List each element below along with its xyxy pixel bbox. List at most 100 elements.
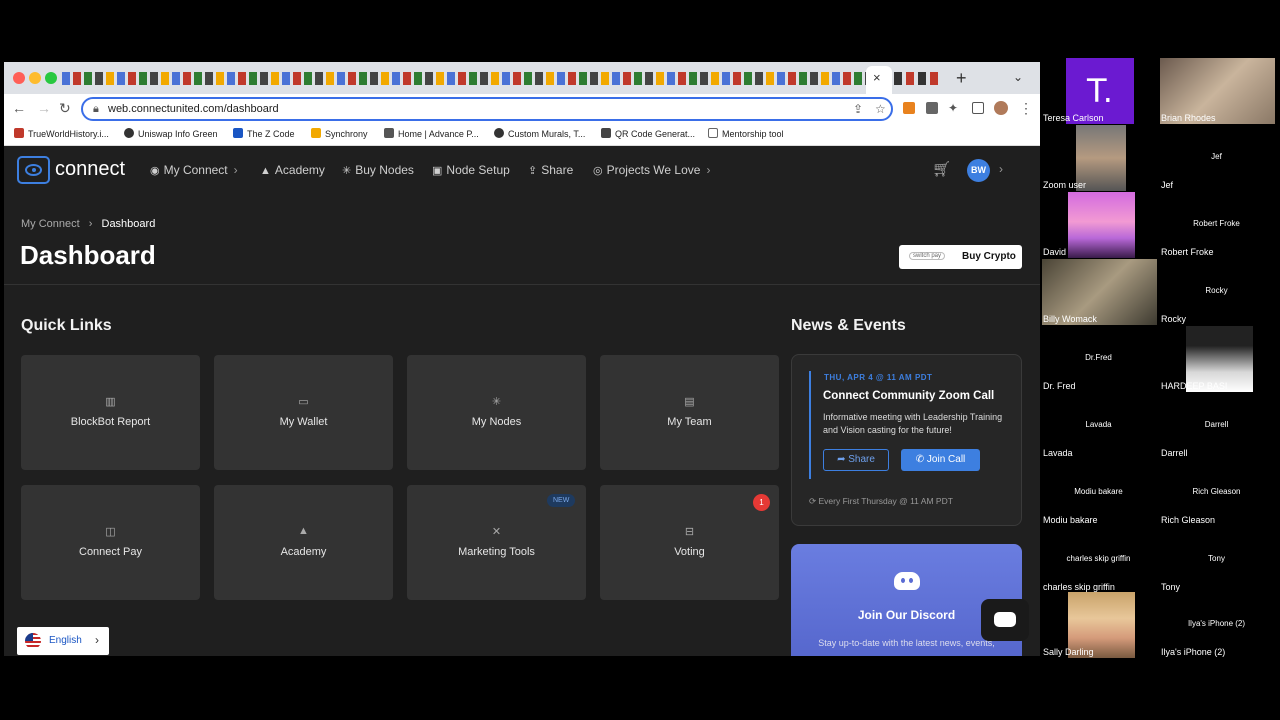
participant-name: Rich Gleason: [1161, 515, 1216, 525]
buy-crypto-button[interactable]: switch pay Buy Crypto: [899, 245, 1022, 269]
nodes-icon: ✳: [342, 165, 352, 177]
participant-tile[interactable]: Rocky Rocky: [1158, 259, 1275, 325]
extra-tabs-strip[interactable]: [894, 72, 940, 85]
participant-name: Dr. Fred: [1043, 381, 1076, 391]
participant-name: Darrell: [1161, 448, 1188, 458]
bookmark-item[interactable]: QR Code Generat...: [601, 128, 695, 139]
language-label: English: [49, 635, 82, 646]
bookmark-item[interactable]: Uniswap Info Green: [124, 128, 218, 139]
chevron-right-icon: ›: [706, 163, 711, 177]
new-tab-button[interactable]: +: [956, 68, 967, 89]
language-selector[interactable]: English ›: [17, 627, 109, 655]
forward-icon[interactable]: →: [37, 100, 51, 116]
pinned-tabs-strip[interactable]: [62, 72, 870, 85]
chart-icon: ▥: [105, 396, 116, 408]
card-label: Connect Pay: [79, 546, 142, 558]
share-page-icon[interactable]: ⇪: [853, 102, 863, 116]
participant-tile[interactable]: Ilya's iPhone (2) Ilya's iPhone (2): [1158, 592, 1275, 658]
tools-icon: ✕: [491, 526, 502, 538]
quick-link-team[interactable]: ▤ My Team: [600, 355, 779, 470]
participant-tile[interactable]: Billy Womack: [1040, 259, 1157, 325]
chevron-right-icon[interactable]: ›: [999, 162, 1003, 176]
event-recurrence: ⟳ Every First Thursday @ 11 AM PDT: [809, 496, 953, 506]
sidepanel-icon[interactable]: [972, 102, 984, 114]
card-label: BlockBot Report: [70, 416, 151, 428]
participant-tile[interactable]: HARDEEP BASI: [1158, 326, 1275, 392]
bookmark-item[interactable]: The Z Code: [233, 128, 295, 139]
chat-icon: [994, 612, 1016, 627]
participant-name: Teresa Carlson: [1043, 113, 1104, 123]
breadcrumb-parent[interactable]: My Connect: [21, 218, 80, 230]
tab-close-icon[interactable]: ×: [873, 70, 881, 85]
profile-avatar[interactable]: [994, 101, 1008, 115]
bookmark-item[interactable]: Mentorship tool: [708, 128, 784, 139]
url-text[interactable]: web.connectunited.com/dashboard: [108, 103, 279, 115]
back-icon[interactable]: ←: [12, 100, 26, 116]
participant-center-name: Modiu bakare: [1074, 487, 1123, 496]
participant-tile[interactable]: charles skip griffin charles skip griffi…: [1040, 527, 1157, 593]
participant-tile[interactable]: Tony Tony: [1158, 527, 1275, 593]
participant-tile[interactable]: Brian Rhodes: [1158, 58, 1275, 124]
maximize-window-button[interactable]: [45, 72, 57, 84]
discord-icon: [894, 572, 920, 590]
event-date: THU, APR 4 @ 11 AM PDT: [824, 373, 933, 382]
user-avatar[interactable]: BW: [967, 159, 990, 182]
address-bar[interactable]: 🔒︎ web.connectunited.com/dashboard ⇪ ☆: [81, 97, 893, 121]
nav-academy[interactable]: ▲ Academy: [260, 163, 325, 177]
participant-tile[interactable]: Sally Darling: [1040, 592, 1157, 658]
bookmark-favicon-icon: [233, 128, 243, 138]
extensions-puzzle-icon[interactable]: ✦: [948, 101, 958, 115]
chat-widget-button[interactable]: [981, 599, 1029, 641]
browser-menu-icon[interactable]: ⋮: [1019, 100, 1033, 117]
divider: [4, 284, 1040, 285]
participant-tile[interactable]: Modiu bakare Modiu bakare: [1040, 460, 1157, 526]
bookmark-star-icon[interactable]: ☆: [875, 102, 886, 116]
quick-link-marketing[interactable]: NEW ✕ Marketing Tools: [407, 485, 586, 600]
cart-icon[interactable]: 🛒︎: [932, 160, 951, 178]
participant-tile[interactable]: Zoom user: [1040, 125, 1157, 191]
bookmark-item[interactable]: Synchrony: [311, 128, 368, 139]
event-share-button[interactable]: ➦ Share: [823, 449, 889, 471]
reload-icon[interactable]: ↻: [59, 100, 71, 117]
participant-center-name: Rich Gleason: [1192, 487, 1241, 496]
quick-link-wallet[interactable]: ▭ My Wallet: [214, 355, 393, 470]
bookmark-item[interactable]: TrueWorldHistory.i...: [14, 128, 109, 139]
nav-projects[interactable]: ◎ Projects We Love ›: [593, 163, 710, 177]
nav-buy-nodes[interactable]: ✳ Buy Nodes: [342, 163, 414, 177]
logo-text[interactable]: connect: [55, 158, 125, 181]
participant-name: Sally Darling: [1043, 647, 1094, 657]
extension-icon[interactable]: [926, 102, 938, 114]
us-flag-icon: [25, 633, 41, 649]
participant-tile[interactable]: Robert Froke Robert Froke: [1158, 192, 1275, 258]
participant-tile[interactable]: Jef Jef: [1158, 125, 1275, 191]
join-call-button[interactable]: ✆ Join Call: [901, 449, 980, 471]
chevron-right-icon: ›: [95, 633, 99, 647]
tab-search-icon[interactable]: ⌄: [1013, 70, 1023, 84]
participant-tile[interactable]: David: [1040, 192, 1157, 258]
bookmark-item[interactable]: Custom Murals, T...: [494, 128, 585, 139]
bookmark-item[interactable]: Home | Advance P...: [384, 128, 479, 139]
bookmark-favicon-icon: [384, 128, 394, 138]
page-title: Dashboard: [20, 240, 156, 270]
wallet-icon: ▭: [298, 396, 309, 408]
nodes-icon: ✳: [491, 396, 502, 408]
nav-node-setup[interactable]: ▣ Node Setup: [432, 163, 510, 177]
participant-tile[interactable]: Rich Gleason Rich Gleason: [1158, 460, 1275, 526]
nav-my-connect[interactable]: ◉ My Connect ›: [150, 163, 238, 177]
metamask-extension-icon[interactable]: [903, 102, 915, 114]
share-icon: ➦: [837, 454, 849, 465]
quick-link-academy[interactable]: ▲ Academy: [214, 485, 393, 600]
participant-tile[interactable]: T. Teresa Carlson: [1040, 58, 1157, 124]
participant-tile[interactable]: Lavada Lavada: [1040, 393, 1157, 459]
quick-link-nodes[interactable]: ✳ My Nodes: [407, 355, 586, 470]
connect-logo-icon[interactable]: [17, 156, 50, 184]
quick-link-connect-pay[interactable]: ◫ Connect Pay: [21, 485, 200, 600]
quick-link-voting[interactable]: 1 ⊟ Voting: [600, 485, 779, 600]
participant-center-name: charles skip griffin: [1066, 554, 1131, 563]
minimize-window-button[interactable]: [29, 72, 41, 84]
participant-tile[interactable]: Dr.Fred Dr. Fred: [1040, 326, 1157, 392]
close-window-button[interactable]: [13, 72, 25, 84]
participant-tile[interactable]: Darrell Darrell: [1158, 393, 1275, 459]
nav-share[interactable]: ⇪ Share: [528, 163, 573, 177]
quick-link-blockbot[interactable]: ▥ BlockBot Report: [21, 355, 200, 470]
